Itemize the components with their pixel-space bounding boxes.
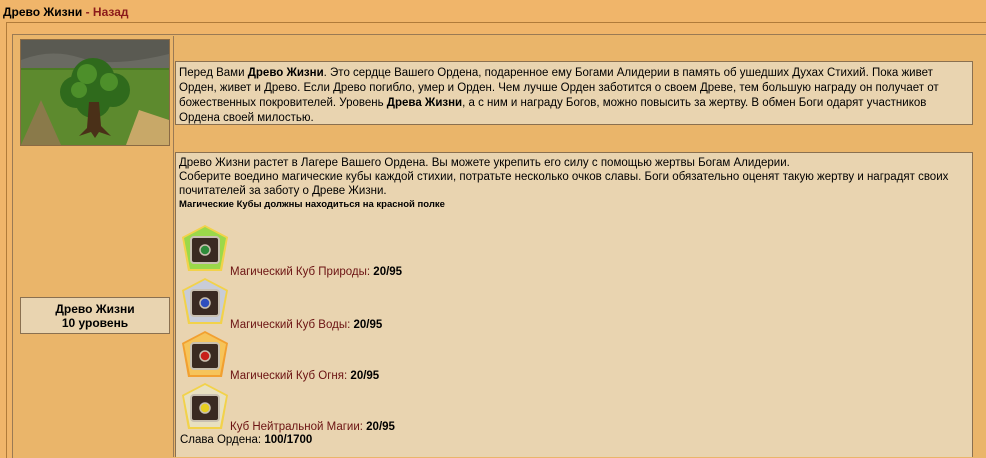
tree-description: Перед Вами Древо Жизни. Это сердце Вашег… bbox=[175, 61, 973, 125]
shelf-note: Магические Кубы должны находиться на кра… bbox=[179, 199, 445, 210]
cube-label: Магический Куб Огня: bbox=[230, 370, 348, 382]
fire-cube-icon[interactable] bbox=[182, 331, 228, 379]
cube-label: Куб Нейтральной Магии: bbox=[230, 421, 363, 433]
top-bar: Древо Жизни - Назад bbox=[0, 0, 986, 22]
sacrifice-panel: Древо Жизни растет в Лагере Вашего Орден… bbox=[175, 152, 973, 457]
water-cube-icon[interactable] bbox=[182, 278, 228, 326]
back-link[interactable]: Назад bbox=[93, 5, 129, 19]
page-title: Древо Жизни - Назад bbox=[3, 5, 129, 19]
desc-bold1: Древо Жизни bbox=[247, 67, 324, 79]
cube-count: 20/95 bbox=[373, 266, 403, 278]
cube-count: 20/95 bbox=[350, 370, 380, 382]
cube-count: 20/95 bbox=[353, 319, 383, 331]
fire-cube-row: Магический Куб Огня: 20/95 bbox=[230, 369, 379, 383]
intro-line-1: Древо Жизни растет в Лагере Вашего Орден… bbox=[179, 157, 790, 169]
tree-name: Древо Жизни bbox=[55, 302, 135, 316]
title-text: Древо Жизни bbox=[3, 5, 83, 19]
glory-label: Слава Ордена: bbox=[180, 434, 262, 446]
tree-level-box: Древо Жизни 10 уровень bbox=[20, 297, 170, 334]
nature-cube-row: Магический Куб Природы: 20/95 bbox=[230, 265, 402, 279]
neutral-cube-icon[interactable] bbox=[182, 383, 228, 431]
desc-part1: Перед Вами bbox=[179, 67, 248, 79]
water-cube-row: Магический Куб Воды: 20/95 bbox=[230, 318, 382, 332]
order-glory: Слава Ордена: 100/1700 bbox=[180, 433, 312, 447]
cube-label: Магический Куб Природы: bbox=[230, 266, 371, 278]
intro-line-2: Соберите воедино магические кубы каждой … bbox=[179, 171, 949, 197]
cube-count: 20/95 bbox=[366, 421, 395, 433]
desc-bold2: Древа Жизни bbox=[386, 97, 463, 109]
title-separator: - bbox=[82, 5, 93, 19]
glory-value: 100/1700 bbox=[264, 434, 313, 446]
tree-of-life-image bbox=[20, 39, 170, 146]
cube-label: Магический Куб Воды: bbox=[230, 319, 351, 331]
tree-level: 10 уровень bbox=[61, 316, 129, 330]
nature-cube-icon[interactable] bbox=[182, 225, 228, 273]
neutral-cube-row: Куб Нейтральной Магии: 20/95 bbox=[230, 420, 395, 434]
